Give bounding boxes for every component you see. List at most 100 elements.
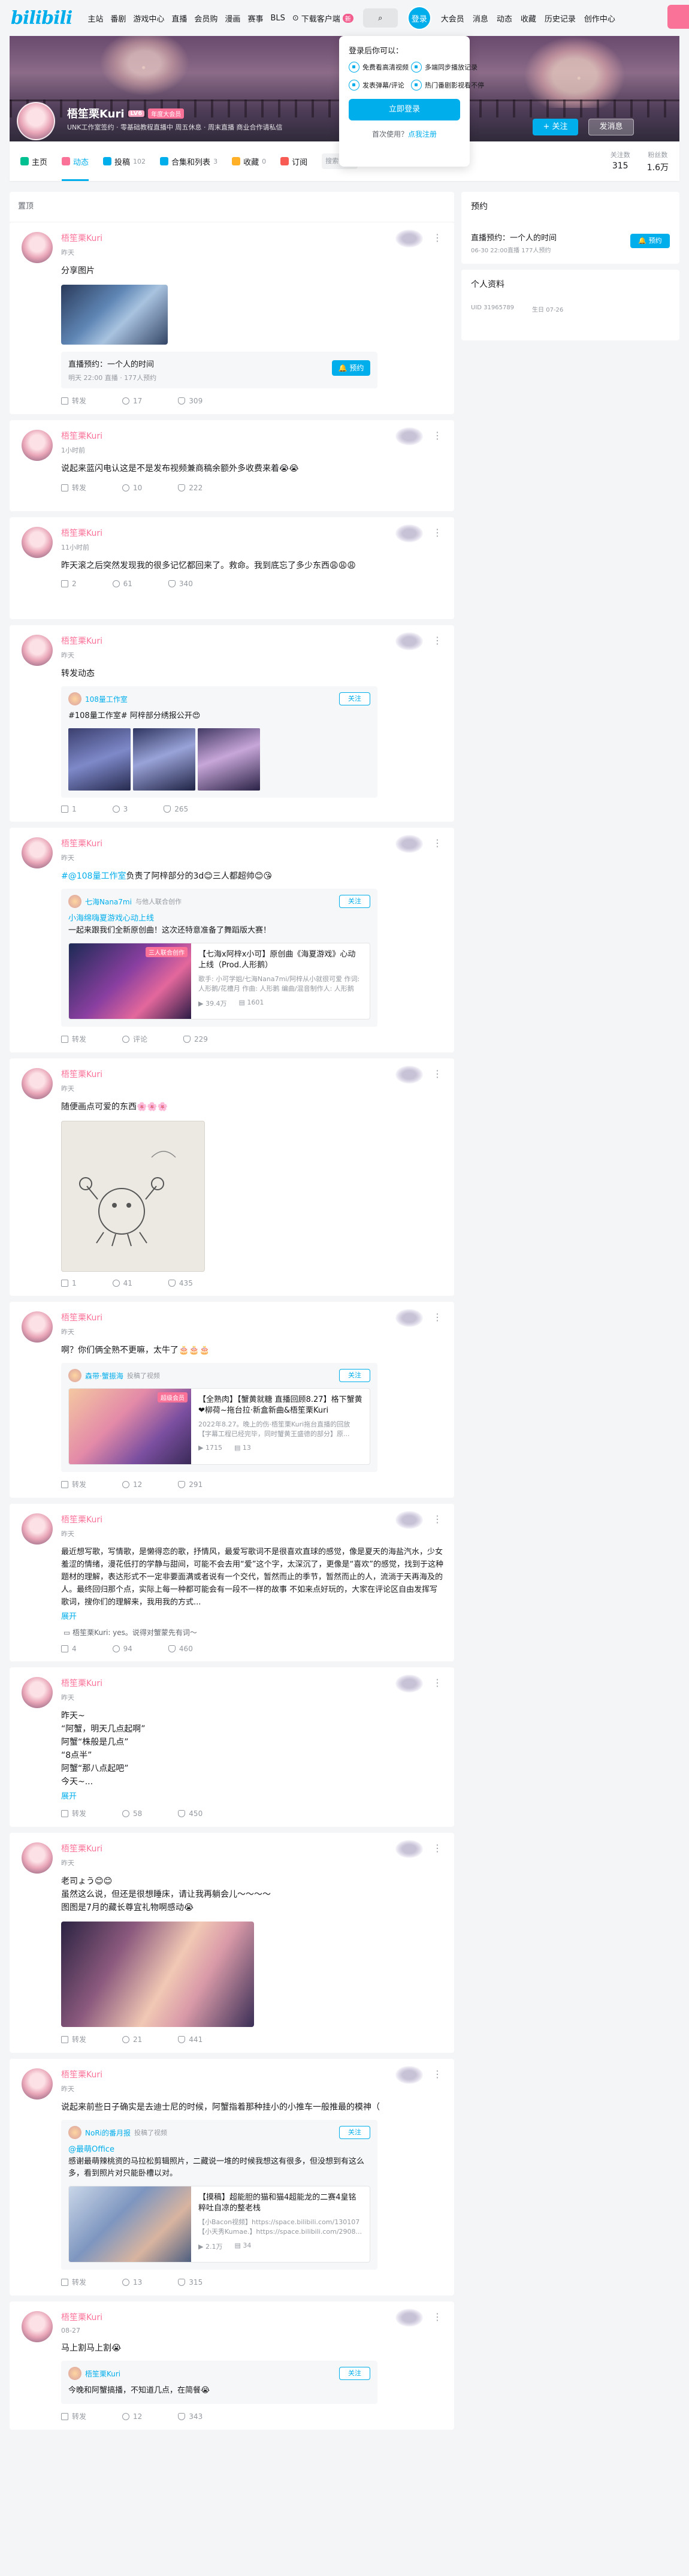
forward-author[interactable]: 七海Nana7mi bbox=[85, 897, 132, 907]
forward-follow-button[interactable]: 关注 bbox=[339, 895, 370, 908]
comment-button[interactable]: 61 bbox=[112, 580, 132, 588]
register-link[interactable]: 点我注册 bbox=[408, 130, 437, 138]
comment-button[interactable]: 10 bbox=[122, 482, 142, 493]
video-card[interactable]: 超级会员 【全熟肉】【蟹黄就糖 直播回顾8.27】格下蟹黄❤柳荷~拖台拉·新盒新… bbox=[68, 1388, 370, 1465]
post-image[interactable] bbox=[61, 1922, 254, 2027]
upload-button[interactable] bbox=[667, 5, 689, 29]
forward-follow-button[interactable]: 关注 bbox=[339, 692, 370, 705]
share-button[interactable]: 1 bbox=[61, 805, 77, 813]
share-button[interactable]: 转发 bbox=[61, 2277, 86, 2287]
avatar[interactable] bbox=[22, 1842, 53, 1874]
more-icon[interactable]: ⋮ bbox=[433, 1513, 442, 1525]
forward-follow-button[interactable]: 关注 bbox=[339, 2126, 370, 2139]
like-button[interactable]: 315 bbox=[178, 2277, 203, 2287]
nav-link-live[interactable]: 直播 bbox=[171, 13, 187, 24]
share-button[interactable]: 转发 bbox=[61, 2034, 86, 2044]
avatar[interactable] bbox=[22, 2068, 53, 2100]
tab-collections[interactable]: 合集和列表 3 bbox=[160, 141, 217, 181]
share-button[interactable]: 转发 bbox=[61, 1808, 86, 1818]
avatar[interactable] bbox=[22, 2311, 53, 2342]
nav-link-esports[interactable]: 赛事 bbox=[247, 13, 263, 24]
like-button[interactable]: 229 bbox=[183, 1034, 208, 1044]
like-button[interactable]: 291 bbox=[178, 1479, 203, 1489]
more-icon[interactable]: ⋮ bbox=[433, 1842, 442, 1854]
nav-favorites[interactable]: 收藏 bbox=[521, 13, 536, 24]
like-button[interactable]: 441 bbox=[178, 2034, 203, 2044]
forward-avatar[interactable] bbox=[68, 2126, 81, 2139]
nav-history[interactable]: 历史记录 bbox=[545, 13, 576, 24]
like-button[interactable]: 265 bbox=[164, 805, 188, 813]
tab-subscriptions[interactable]: 订阅 bbox=[280, 141, 307, 181]
login-now-button[interactable]: 立即登录 bbox=[349, 99, 460, 120]
forward-author[interactable]: 森带·蟹振海 bbox=[85, 1371, 123, 1381]
message-button[interactable]: 发消息 bbox=[588, 119, 634, 135]
nav-messages[interactable]: 消息 bbox=[473, 13, 488, 24]
author-name[interactable]: 梧笙栗Kuri bbox=[61, 837, 445, 849]
video-cover[interactable]: 三人联合创作 bbox=[69, 943, 191, 1019]
like-button[interactable]: 435 bbox=[168, 1279, 193, 1287]
nav-link-game[interactable]: 游戏中心 bbox=[133, 13, 164, 24]
video-title[interactable]: 【七海x阿梓x小可】原创曲《海夏游戏》心动上线（Prod.人形鹅） bbox=[198, 949, 362, 971]
profile-avatar[interactable] bbox=[17, 102, 55, 140]
forward-avatar[interactable] bbox=[68, 692, 81, 705]
avatar[interactable] bbox=[22, 1068, 53, 1099]
follow-button[interactable]: + 关注 bbox=[533, 119, 578, 135]
author-name[interactable]: 梧笙栗Kuri bbox=[61, 1513, 445, 1525]
forward-avatar[interactable] bbox=[68, 895, 81, 908]
nav-link-manga[interactable]: 漫画 bbox=[225, 13, 240, 24]
comment-button[interactable]: 94 bbox=[112, 1645, 132, 1653]
like-button[interactable]: 340 bbox=[168, 580, 193, 588]
avatar[interactable] bbox=[22, 635, 53, 666]
reserve-button[interactable]: 🔔 预约 bbox=[630, 234, 670, 248]
share-button[interactable]: 转发 bbox=[61, 396, 86, 406]
forward-follow-button[interactable]: 关注 bbox=[339, 1369, 370, 1382]
more-icon[interactable]: ⋮ bbox=[433, 1311, 442, 1323]
nav-link-main[interactable]: 主站 bbox=[87, 13, 103, 24]
avatar[interactable] bbox=[22, 1513, 53, 1545]
share-button[interactable]: 转发 bbox=[61, 1034, 86, 1044]
avatar[interactable] bbox=[22, 1677, 53, 1708]
like-button[interactable]: 343 bbox=[178, 2411, 203, 2421]
download-client-button[interactable]: ⊙ 下载客户端 新 bbox=[292, 13, 353, 24]
comment-button[interactable]: 评论 bbox=[122, 1034, 147, 1044]
more-icon[interactable]: ⋮ bbox=[433, 232, 442, 243]
video-title[interactable]: 【全熟肉】【蟹黄就糖 直播回顾8.27】格下蟹黄❤柳荷~拖台拉·新盒新曲&梧笙栗… bbox=[198, 1395, 362, 1416]
comment-button[interactable]: 58 bbox=[122, 1808, 142, 1818]
post-image[interactable] bbox=[61, 285, 168, 345]
tab-home[interactable]: 主页 bbox=[20, 141, 47, 181]
comment-button[interactable]: 21 bbox=[122, 2034, 142, 2044]
grid-image[interactable] bbox=[133, 728, 195, 791]
author-name[interactable]: 梧笙栗Kuri bbox=[61, 232, 445, 244]
expand-link[interactable]: 展开 bbox=[61, 1790, 445, 1801]
tab-dynamics[interactable]: 动态 bbox=[62, 141, 89, 181]
expand-link[interactable]: 展开 bbox=[61, 1610, 445, 1621]
reserve-button[interactable]: 🔔 预约 bbox=[332, 360, 370, 376]
nav-link-bls[interactable]: BLS bbox=[270, 14, 285, 23]
more-icon[interactable]: ⋮ bbox=[433, 2311, 442, 2322]
like-button[interactable]: 460 bbox=[168, 1645, 193, 1653]
login-avatar-button[interactable]: 登录 bbox=[407, 6, 431, 30]
avatar[interactable] bbox=[22, 837, 53, 868]
more-icon[interactable]: ⋮ bbox=[433, 1068, 442, 1079]
share-button[interactable]: 转发 bbox=[61, 2411, 86, 2421]
forward-author[interactable]: NoRi的番月报 bbox=[85, 2128, 131, 2138]
comment-button[interactable]: 12 bbox=[122, 1479, 142, 1489]
more-icon[interactable]: ⋮ bbox=[433, 527, 442, 538]
avatar[interactable] bbox=[22, 527, 53, 558]
nav-vip[interactable]: 大会员 bbox=[441, 13, 464, 24]
share-button[interactable]: 4 bbox=[61, 1645, 77, 1653]
author-name[interactable]: 梧笙栗Kuri bbox=[61, 1842, 445, 1854]
like-button[interactable]: 309 bbox=[178, 396, 203, 406]
author-name[interactable]: 梧笙栗Kuri bbox=[61, 1068, 445, 1080]
video-cover[interactable] bbox=[69, 2186, 191, 2262]
tab-favorites[interactable]: 收藏 0 bbox=[232, 141, 266, 181]
video-title[interactable]: 【摸稿】超能胆的猫和猫4超能龙的二赛4皇铭粹吐自凉的整老栈 bbox=[198, 2192, 362, 2214]
more-icon[interactable]: ⋮ bbox=[433, 430, 442, 441]
comment-button[interactable]: 41 bbox=[112, 1279, 132, 1287]
avatar[interactable] bbox=[22, 1311, 53, 1343]
comment-preview[interactable]: ▭ 梧笙栗Kuri: yes。说得对蟹蒙先有词～ bbox=[61, 1627, 445, 1637]
video-cover[interactable]: 超级会员 bbox=[69, 1389, 191, 1464]
mention-link[interactable]: @最萌Office bbox=[68, 2145, 114, 2154]
stat-followers[interactable]: 粉丝数 1.6万 bbox=[647, 150, 669, 173]
comment-button[interactable]: 17 bbox=[122, 396, 142, 406]
